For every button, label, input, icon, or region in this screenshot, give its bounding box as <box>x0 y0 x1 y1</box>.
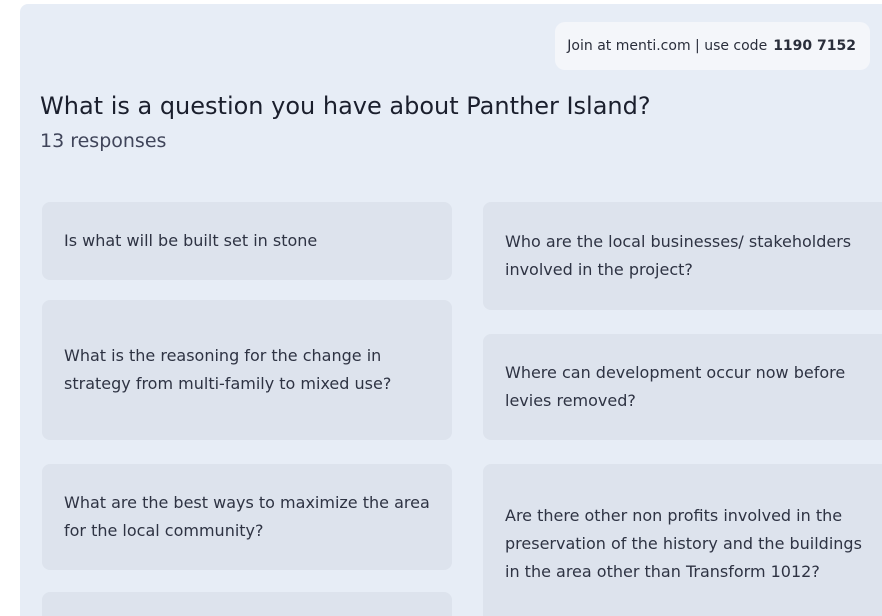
response-card: Who are the local businesses/ stakeholde… <box>483 202 882 310</box>
join-instructions: Join at menti.com | use code 1190 7152 <box>555 22 870 70</box>
response-text: Where can development occur now before l… <box>505 363 846 410</box>
response-text: What is the reasoning for the change in … <box>64 346 392 393</box>
response-text: Are there other non profits involved in … <box>505 506 862 581</box>
join-code: 1190 7152 <box>773 38 856 54</box>
response-count: 13 responses <box>40 130 167 152</box>
response-card <box>42 592 452 616</box>
response-text: Is what will be built set in stone <box>64 231 318 250</box>
response-card: Are there other non profits involved in … <box>483 464 882 616</box>
question-title: What is a question you have about Panthe… <box>40 92 651 120</box>
join-text: Join at menti.com | use code <box>567 38 768 54</box>
presentation-slide: Join at menti.com | use code 1190 7152 W… <box>20 4 882 616</box>
response-card: What are the best ways to maximize the a… <box>42 464 452 570</box>
response-text: What are the best ways to maximize the a… <box>64 493 430 540</box>
response-card: What is the reasoning for the change in … <box>42 300 452 440</box>
response-text: Who are the local businesses/ stakeholde… <box>505 232 852 279</box>
response-card: Is what will be built set in stone <box>42 202 452 280</box>
response-card: Where can development occur now before l… <box>483 334 882 440</box>
